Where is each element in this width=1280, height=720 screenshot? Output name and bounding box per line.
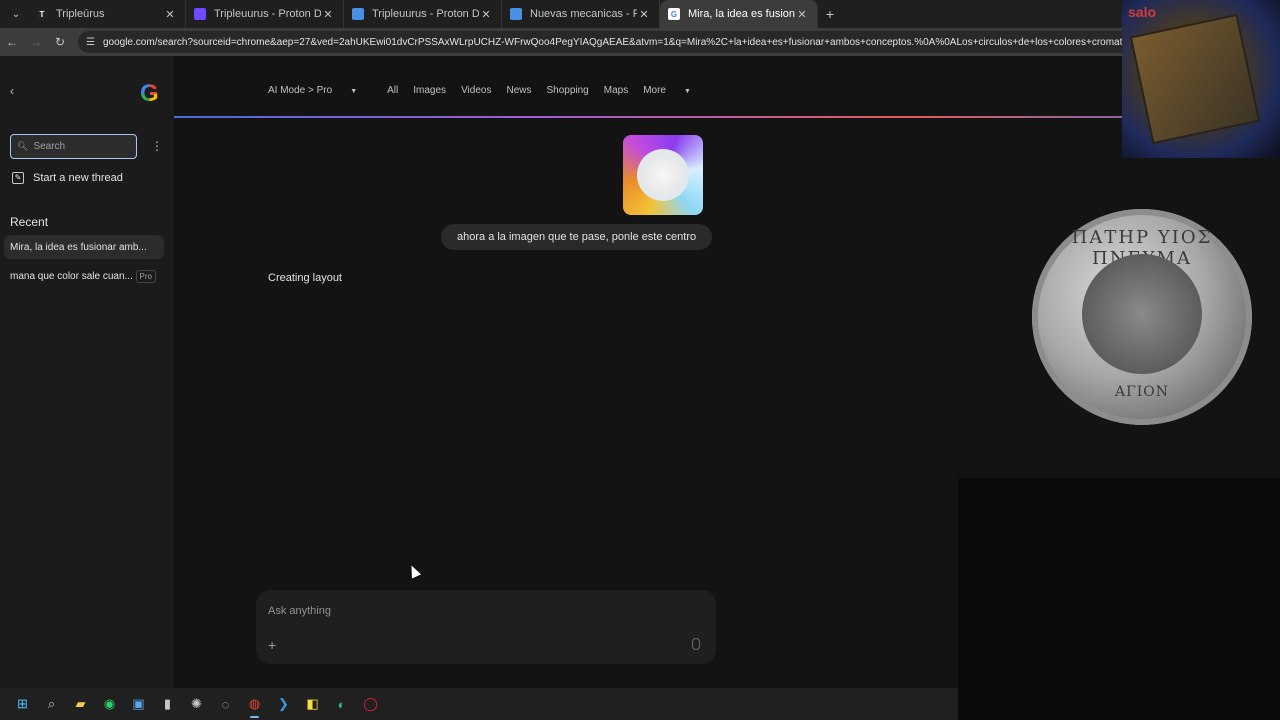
color-wheel-center bbox=[637, 149, 689, 201]
pro-badge: Pro bbox=[135, 269, 156, 283]
recent-thread-item[interactable]: Mira, la idea es fusionar amb... bbox=[4, 235, 164, 259]
chevron-down-icon: ▼ bbox=[684, 88, 691, 95]
tab-title: Tripleūrus bbox=[56, 8, 105, 20]
tab-all[interactable]: All bbox=[387, 85, 398, 96]
uploaded-image-thumbnail[interactable] bbox=[623, 135, 703, 215]
tab-nuevas-mecanicas[interactable]: Nuevas mecanicas - Proton Doc ✕ bbox=[502, 0, 660, 28]
proton-docs-favicon-icon bbox=[352, 8, 364, 20]
tab-maps[interactable]: Maps bbox=[604, 85, 628, 96]
stream-overlay-image: salo bbox=[1122, 0, 1280, 158]
whatsapp-icon[interactable]: ◉ bbox=[95, 690, 124, 718]
new-tab-icon[interactable]: + bbox=[818, 6, 842, 22]
close-tab-icon[interactable]: ✕ bbox=[163, 8, 177, 21]
close-tab-icon[interactable]: ✕ bbox=[637, 8, 651, 21]
tab-tripleurus[interactable]: T Tripleūrus ✕ bbox=[28, 0, 186, 28]
file-explorer-icon[interactable]: ▰ bbox=[66, 690, 95, 718]
tab-images[interactable]: Images bbox=[413, 85, 446, 96]
search-mode-tabs: AI Mode > Pro ▼ All Images Videos News Sh… bbox=[268, 85, 721, 96]
tab-title: Mira, la idea es fusionar ambos bbox=[688, 8, 795, 20]
lion-faces-image bbox=[1082, 254, 1202, 374]
vscode-icon[interactable]: ❯ bbox=[269, 690, 298, 718]
screenshot-app-icon[interactable]: ◌ bbox=[211, 690, 240, 718]
new-thread-label: Start a new thread bbox=[33, 172, 123, 184]
tab-more-label: More bbox=[643, 85, 666, 96]
ask-input[interactable]: Ask anything bbox=[268, 605, 331, 617]
composer[interactable]: Ask anything + bbox=[256, 590, 716, 664]
google-favicon-icon: G bbox=[668, 8, 680, 20]
chatgpt-icon[interactable]: ✺ bbox=[182, 690, 211, 718]
tab-google-active[interactable]: G Mira, la idea es fusionar ambos ✕ bbox=[660, 0, 818, 28]
add-attachment-icon[interactable]: + bbox=[268, 637, 276, 653]
tab-favicon-icon: T bbox=[36, 8, 48, 20]
tab-more[interactable]: More ▼ bbox=[643, 85, 706, 96]
microphone-icon[interactable] bbox=[692, 638, 700, 650]
recent-thread-label: Mira, la idea es fusionar amb... bbox=[10, 241, 147, 253]
webcam-overlay bbox=[958, 478, 1280, 720]
tab-search-menu-icon[interactable]: ⌄ bbox=[4, 4, 28, 24]
tab-videos[interactable]: Videos bbox=[461, 85, 491, 96]
tab-title: Tripleuurus - Proton Drive bbox=[214, 8, 321, 20]
search-icon: 🔍︎ bbox=[17, 141, 29, 151]
response-status: Creating layout bbox=[268, 272, 342, 284]
tab-shopping[interactable]: Shopping bbox=[546, 85, 588, 96]
recent-thread-item[interactable]: mana que color sale cuan... Pro bbox=[4, 264, 164, 288]
google-logo[interactable]: G bbox=[140, 80, 159, 108]
search-icon[interactable]: ⌕ bbox=[37, 690, 66, 718]
tab-title: Tripleuurus - Proton Docs bbox=[372, 8, 479, 20]
chrome-icon[interactable]: ◍ bbox=[240, 690, 269, 718]
coin-bottom-inscription: ΑΓΙΟΝ bbox=[1114, 384, 1170, 400]
usb-icon[interactable]: ▮ bbox=[153, 690, 182, 718]
user-message-bubble: ahora a la imagen que te pase, ponle est… bbox=[441, 224, 713, 250]
tab-proton-drive[interactable]: Tripleuurus - Proton Drive ✕ bbox=[186, 0, 344, 28]
browser-tab-bar: ⌄ T Tripleūrus ✕ Tripleuurus - Proton Dr… bbox=[0, 0, 1280, 28]
ornate-box-image bbox=[1129, 13, 1261, 145]
close-tab-icon[interactable]: ✕ bbox=[795, 8, 809, 21]
chevron-down-icon: ▼ bbox=[350, 88, 358, 95]
collapse-sidebar-icon[interactable]: ‹ bbox=[10, 84, 14, 98]
site-info-icon[interactable]: ☰ bbox=[86, 37, 95, 48]
back-icon[interactable]: ← bbox=[0, 35, 24, 49]
coin-overlay: ΠΑΤΗΡ ΥΙΟΣ ΠΝΕΥΜΑ ΑΓΙΟΝ bbox=[1032, 209, 1252, 425]
edge-icon[interactable]: ◐ bbox=[327, 690, 356, 718]
search-input[interactable]: 🔍︎ Search bbox=[10, 134, 137, 159]
close-tab-icon[interactable]: ✕ bbox=[321, 8, 335, 21]
gradient-divider bbox=[174, 116, 1280, 118]
sticky-notes-icon[interactable]: ◧ bbox=[298, 690, 327, 718]
address-bar-row: ← → ↻ ☰ google.com/search?sourceid=chrom… bbox=[0, 28, 1280, 56]
tab-title: Nuevas mecanicas - Proton Doc bbox=[530, 8, 637, 20]
tab-proton-docs[interactable]: Tripleuurus - Proton Docs ✕ bbox=[344, 0, 502, 28]
edit-icon: ✎ bbox=[12, 172, 24, 184]
windows-start-icon[interactable]: ⊞ bbox=[8, 690, 37, 718]
tab-news[interactable]: News bbox=[506, 85, 531, 96]
opera-icon[interactable]: ◯ bbox=[356, 690, 385, 718]
tab-ai-mode-label: AI Mode > Pro bbox=[268, 85, 333, 96]
tab-ai-mode[interactable]: AI Mode > Pro ▼ bbox=[268, 85, 372, 96]
new-thread-button[interactable]: ✎ Start a new thread bbox=[12, 172, 123, 184]
search-placeholder: Search bbox=[33, 141, 66, 152]
proton-drive-favicon-icon bbox=[194, 8, 206, 20]
sidebar: ‹ G 🔍︎ Search ⋮ ✎ Start a new thread Rec… bbox=[0, 56, 174, 688]
reload-icon[interactable]: ↻ bbox=[48, 35, 72, 49]
windows-taskbar: ⊞ ⌕ ▰ ◉ ▣ ▮ ✺ ◌ ◍ ❯ ◧ ◐ ◯ bbox=[0, 688, 958, 720]
url-text: google.com/search?sourceid=chrome&aep=27… bbox=[102, 36, 1202, 48]
url-field[interactable]: ☰ google.com/search?sourceid=chrome&aep=… bbox=[78, 31, 1280, 53]
forward-icon[interactable]: → bbox=[24, 35, 48, 49]
recent-thread-label: mana que color sale cuan... bbox=[10, 270, 133, 282]
proton-docs-favicon-icon bbox=[510, 8, 522, 20]
more-options-icon[interactable]: ⋮ bbox=[151, 140, 163, 152]
close-tab-icon[interactable]: ✕ bbox=[479, 8, 493, 21]
recent-heading: Recent bbox=[10, 215, 49, 229]
stream-badge: salo bbox=[1128, 4, 1157, 20]
window-app-icon[interactable]: ▣ bbox=[124, 690, 153, 718]
